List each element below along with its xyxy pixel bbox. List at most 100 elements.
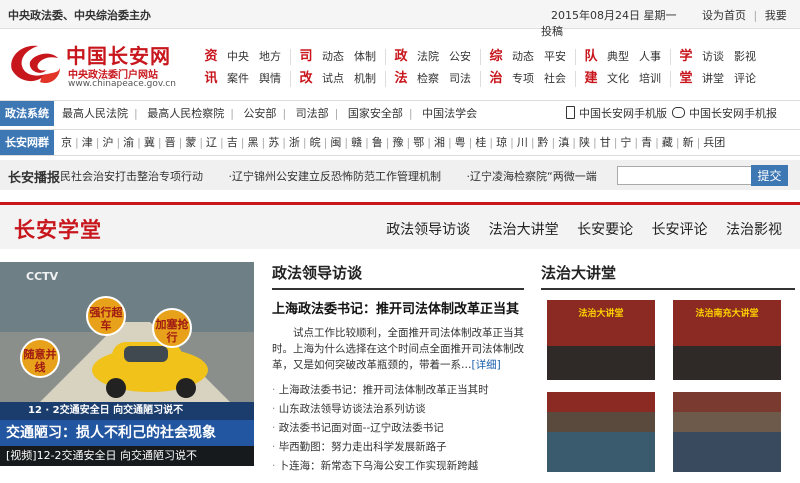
- province-link[interactable]: 黑: [247, 136, 258, 149]
- nav-item[interactable]: 地方: [254, 46, 286, 70]
- nav-category[interactable]: 司: [295, 46, 317, 70]
- video-caption[interactable]: [视频]12-2交通安全日 向交通陋习说不: [0, 446, 254, 466]
- tab-law-films[interactable]: 法治影视: [726, 222, 782, 238]
- nav-item[interactable]: 中央: [222, 46, 254, 70]
- nav-item[interactable]: 体制: [349, 46, 381, 70]
- list-item[interactable]: 山东政法领导访谈法治系列访谈: [272, 400, 524, 419]
- nav-item[interactable]: 社会: [539, 68, 571, 92]
- nav-item[interactable]: 影视: [729, 46, 761, 70]
- province-link[interactable]: 鲁: [372, 136, 383, 149]
- province-link[interactable]: 辽: [206, 136, 217, 149]
- province-link[interactable]: 闽: [330, 136, 341, 149]
- more-link[interactable]: [详细]: [472, 359, 501, 371]
- nav-item[interactable]: 动态: [507, 46, 539, 70]
- province-link[interactable]: 晋: [165, 136, 176, 149]
- province-link[interactable]: 甘: [600, 136, 611, 149]
- nav-item[interactable]: 典型: [602, 46, 634, 70]
- mobile-paper-link[interactable]: 中国长安网手机报: [672, 101, 777, 126]
- province-link[interactable]: 粤: [455, 136, 466, 149]
- system-link[interactable]: 司法部: [296, 107, 329, 120]
- nav-item[interactable]: 专项: [507, 68, 539, 92]
- province-link[interactable]: 宁: [620, 136, 631, 149]
- set-home-link[interactable]: 设为首页: [702, 9, 746, 22]
- nav-category[interactable]: 政: [390, 46, 412, 70]
- nav-category[interactable]: 堂: [675, 68, 697, 92]
- list-item[interactable]: 上海政法委书记：推开司法体制改革正当其时: [272, 381, 524, 400]
- lecture-photo[interactable]: 法治南充大讲堂: [673, 300, 781, 380]
- nav-category[interactable]: 改: [295, 68, 317, 92]
- nav-item[interactable]: 舆情: [254, 68, 286, 92]
- nav-item[interactable]: 文化: [602, 68, 634, 92]
- province-link[interactable]: 豫: [393, 136, 404, 149]
- nav-item[interactable]: 平安: [539, 46, 571, 70]
- tab-changan-key-comments[interactable]: 长安要论: [577, 222, 633, 238]
- nav-category[interactable]: 讯: [200, 68, 222, 92]
- province-link[interactable]: 藏: [662, 136, 673, 149]
- province-link[interactable]: 苏: [268, 136, 279, 149]
- province-link[interactable]: 琼: [496, 136, 507, 149]
- ticker-item[interactable]: 民社会治安打击整治专项行动: [60, 170, 203, 183]
- province-link[interactable]: 川: [517, 136, 528, 149]
- nav-item[interactable]: 动态: [317, 46, 349, 70]
- nav-category[interactable]: 综: [485, 46, 507, 70]
- nav-category[interactable]: 资: [200, 46, 222, 70]
- list-item[interactable]: 政法委书记面对面--辽宁政法委书记: [272, 419, 524, 438]
- site-logo[interactable]: 中国长安网 中央政法委门户网站 www.chinapeace.gov.cn: [6, 38, 206, 94]
- nav-item[interactable]: 法院: [412, 46, 444, 70]
- video-player[interactable]: CCTV 随意并线 强行超车 加塞抢行 12 · 2交通安全日 向交通陋习说不 …: [0, 262, 254, 466]
- tab-leader-interviews[interactable]: 政法领导访谈: [386, 222, 470, 238]
- lecture-photo[interactable]: [673, 392, 781, 472]
- nav-item[interactable]: 培训: [634, 68, 666, 92]
- province-link[interactable]: 皖: [310, 136, 321, 149]
- nav-category[interactable]: 队: [580, 46, 602, 70]
- province-link[interactable]: 青: [641, 136, 652, 149]
- province-link[interactable]: 京: [61, 136, 72, 149]
- nav-category[interactable]: 学: [675, 46, 697, 70]
- nav-category[interactable]: 法: [390, 68, 412, 92]
- tab-changan-review[interactable]: 长安评论: [652, 222, 708, 238]
- ticker-item[interactable]: ·辽宁凌海检察院“两微一端: [467, 170, 597, 183]
- mobile-site-link[interactable]: 中国长安网手机版: [566, 101, 667, 126]
- search-input[interactable]: [617, 166, 759, 185]
- nav-item[interactable]: 公安: [444, 46, 476, 70]
- province-link[interactable]: 蒙: [185, 136, 196, 149]
- province-link[interactable]: 桂: [475, 136, 486, 149]
- interview-headline[interactable]: 上海政法委书记：推开司法体制改革正当其: [272, 298, 524, 317]
- system-link[interactable]: 最高人民检察院: [147, 107, 224, 120]
- tab-law-lecture[interactable]: 法治大讲堂: [489, 222, 559, 238]
- nav-item[interactable]: 讲堂: [697, 68, 729, 92]
- submit-button[interactable]: 提交: [751, 165, 788, 186]
- nav-item[interactable]: 评论: [729, 68, 761, 92]
- nav-item[interactable]: 机制: [349, 68, 381, 92]
- interviews-heading[interactable]: 政法领导访谈: [272, 262, 524, 290]
- lecture-heading[interactable]: 法治大讲堂: [541, 262, 795, 290]
- province-link[interactable]: 冀: [144, 136, 155, 149]
- list-item[interactable]: 毕西勤图：努力走出科学发展新路子: [272, 438, 524, 457]
- lecture-photo[interactable]: [547, 392, 655, 472]
- nav-category[interactable]: 建: [580, 68, 602, 92]
- nav-item[interactable]: 案件: [222, 68, 254, 92]
- province-link[interactable]: 湘: [434, 136, 445, 149]
- nav-category[interactable]: 治: [485, 68, 507, 92]
- nav-item[interactable]: 访谈: [697, 46, 729, 70]
- ticker-item[interactable]: ·辽宁锦州公安建立反恐怖防范工作管理机制: [229, 170, 442, 183]
- nav-item[interactable]: 司法: [444, 68, 476, 92]
- province-link[interactable]: 沪: [102, 136, 113, 149]
- nav-item[interactable]: 试点: [317, 68, 349, 92]
- system-link[interactable]: 最高人民法院: [62, 107, 128, 120]
- system-link[interactable]: 国家安全部: [348, 107, 403, 120]
- province-link[interactable]: 陕: [579, 136, 590, 149]
- lecture-photo[interactable]: 法治大讲堂: [547, 300, 655, 380]
- province-link[interactable]: 鄂: [413, 136, 424, 149]
- province-link[interactable]: 赣: [351, 136, 362, 149]
- province-link[interactable]: 浙: [289, 136, 300, 149]
- province-link[interactable]: 新: [683, 136, 694, 149]
- province-link[interactable]: 黔: [538, 136, 549, 149]
- province-link[interactable]: 兵团: [703, 136, 725, 149]
- province-link[interactable]: 渝: [123, 136, 134, 149]
- province-link[interactable]: 吉: [227, 136, 238, 149]
- province-link[interactable]: 滇: [558, 136, 569, 149]
- nav-item[interactable]: 人事: [634, 46, 666, 70]
- system-link[interactable]: 中国法学会: [422, 107, 477, 120]
- nav-item[interactable]: 检察: [412, 68, 444, 92]
